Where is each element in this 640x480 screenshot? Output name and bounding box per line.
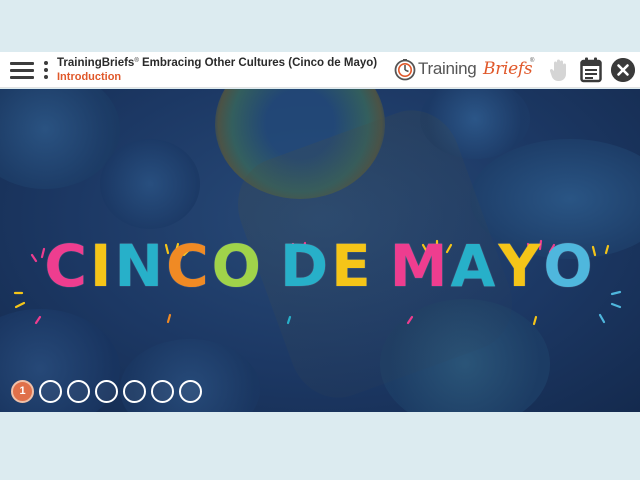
top-band bbox=[0, 0, 640, 52]
headline-space bbox=[374, 237, 390, 295]
headline-letter: C bbox=[166, 232, 212, 300]
headline-letter: O bbox=[543, 232, 596, 300]
logo-briefs-text: Briefs bbox=[483, 59, 533, 79]
logo-training-text: Training bbox=[418, 59, 477, 78]
headline-letter: C bbox=[44, 232, 90, 300]
clock-icon bbox=[394, 59, 416, 81]
trainingbriefs-logo: Training Briefs ® bbox=[394, 58, 540, 82]
pager-dot-4[interactable] bbox=[95, 380, 118, 403]
course-title: TrainingBriefs® Embracing Other Cultures… bbox=[57, 57, 377, 69]
hand-icon[interactable] bbox=[548, 58, 570, 82]
footer-band bbox=[0, 412, 640, 480]
course-name: Embracing Other Cultures (Cinco de Mayo) bbox=[138, 57, 378, 69]
pager-dot-5[interactable] bbox=[123, 380, 146, 403]
close-icon[interactable] bbox=[611, 58, 635, 82]
pager-dot-1[interactable]: 1 bbox=[11, 380, 34, 403]
headline-letter: E bbox=[331, 232, 374, 300]
headline-space bbox=[264, 237, 280, 295]
brand-name: TrainingBriefs bbox=[57, 57, 135, 69]
pager-dot-6[interactable] bbox=[151, 380, 174, 403]
headline-letter: M bbox=[389, 232, 451, 300]
headline-letter: D bbox=[279, 232, 332, 300]
section-title: Introduction bbox=[57, 71, 122, 83]
headline-letter: N bbox=[114, 232, 167, 300]
slide-headline: CINCO DE MAYO bbox=[0, 237, 640, 295]
slide-stage: CINCO DE MAYO 1 bbox=[0, 89, 640, 412]
app-header: TrainingBriefs® Embracing Other Cultures… bbox=[0, 52, 640, 88]
headline-letter: Y bbox=[498, 232, 544, 300]
calendar-icon[interactable] bbox=[580, 57, 602, 83]
more-options-kebab-icon[interactable] bbox=[43, 61, 49, 79]
headline-letter: I bbox=[89, 232, 115, 300]
pager-dot-3[interactable] bbox=[67, 380, 90, 403]
pager-dot-7[interactable] bbox=[179, 380, 202, 403]
logo-reg-mark: ® bbox=[530, 58, 535, 64]
pager-dot-2[interactable] bbox=[39, 380, 62, 403]
headline-letter: O bbox=[211, 232, 264, 300]
menu-hamburger-icon[interactable] bbox=[10, 60, 34, 80]
headline-letter: A bbox=[450, 232, 499, 300]
